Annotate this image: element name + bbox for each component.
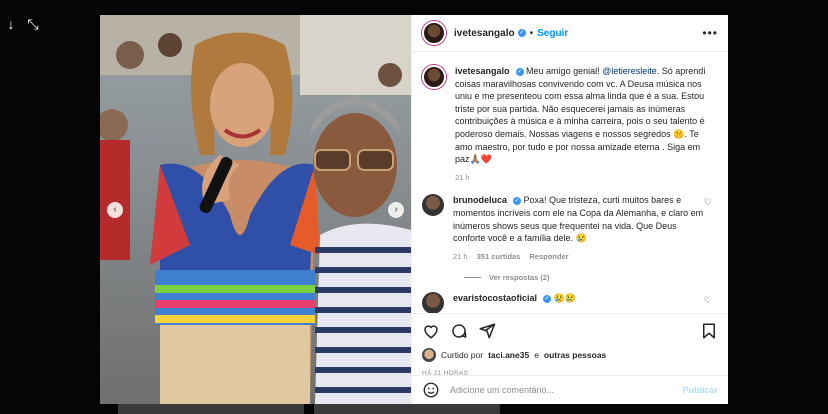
liked-by-prefix: Curtido por: [441, 350, 484, 360]
view-replies-label: Ver respostas (2): [489, 273, 550, 283]
previous-photo-button[interactable]: ‹: [107, 202, 123, 218]
comment-bubble-icon[interactable]: [450, 322, 468, 340]
reply-button[interactable]: Responder: [529, 251, 568, 264]
comment-like-heart-icon[interactable]: ♡: [704, 197, 712, 208]
comment-emoji: 😢: [575, 233, 587, 244]
post-details-panel: ivetesangalo ✓ • Seguir ••• ivetesangalo…: [411, 15, 728, 404]
liked-by-user[interactable]: taci.ane35: [488, 350, 529, 360]
liked-by-and: e: [534, 350, 539, 360]
bookmark-save-icon[interactable]: [700, 322, 718, 340]
comment-username[interactable]: evaristocostaoficial: [453, 293, 537, 303]
verified-badge-icon: ✓: [515, 67, 524, 76]
follow-button[interactable]: Seguir: [537, 28, 568, 39]
publish-button[interactable]: Publicar: [682, 385, 718, 395]
post-actions: Curtido por taci.ane35 e outras pessoas …: [412, 313, 728, 377]
comment-text: 😢😢: [553, 293, 576, 304]
comment-time[interactable]: 21 h: [453, 251, 468, 264]
comment-input[interactable]: [450, 385, 673, 395]
post-modal: ‹ › ivetesangalo ✓ • Seguir ••• ivetesan…: [100, 15, 728, 404]
like-heart-icon[interactable]: [422, 322, 440, 340]
post-header: ivetesangalo ✓ • Seguir •••: [412, 15, 728, 52]
commenter-avatar[interactable]: [422, 194, 444, 217]
commenter-avatar[interactable]: [422, 292, 444, 313]
comment-body: evaristocostaoficial ✓ 😢😢: [453, 292, 718, 313]
view-replies-link[interactable]: Ver respostas (2): [464, 273, 718, 282]
comment-body: brunodeluca ✓ Poxa! Que tristeza, curti m…: [453, 194, 718, 263]
verified-badge-icon: ✓: [543, 294, 552, 303]
comment-item: brunodeluca ✓ Poxa! Que tristeza, curti m…: [422, 194, 718, 263]
comments-list[interactable]: ivetesangalo ✓ Meu amigo genial! @letiere…: [412, 53, 728, 313]
author-avatar[interactable]: [422, 21, 446, 45]
more-options-icon[interactable]: •••: [702, 26, 718, 40]
background-feed-thumbnails: [118, 404, 500, 414]
caption-meta: 21 h: [455, 172, 706, 185]
caption-comment: ivetesangalo ✓ Meu amigo genial! @letiere…: [422, 65, 718, 184]
comment-username[interactable]: brunodeluca: [453, 195, 507, 205]
comment-like-heart-icon[interactable]: ♡: [704, 295, 712, 306]
caption-end-emoji: 🙏🏽❤️: [469, 154, 492, 165]
comment-meta: 21 h 351 curtidas Responder: [453, 251, 706, 264]
next-photo-button[interactable]: ›: [388, 202, 404, 218]
top-toolbar: ↓ ⤡: [4, 16, 40, 33]
comment-likes-count[interactable]: 351 curtidas: [477, 251, 521, 264]
collapse-arrows-icon[interactable]: ⤡: [26, 16, 40, 33]
liked-by-line: Curtido por taci.ane35 e outras pessoas: [422, 348, 718, 362]
caption-username[interactable]: ivetesangalo: [455, 66, 510, 76]
action-icons-row: [422, 322, 718, 340]
caption-avatar[interactable]: [422, 65, 446, 89]
verified-badge-icon: ✓: [517, 29, 526, 37]
liker-avatar[interactable]: [422, 348, 436, 362]
caption-mention-link[interactable]: @letieresleite: [602, 66, 657, 76]
feed-thumbnail[interactable]: [314, 404, 500, 414]
feed-thumbnail[interactable]: [118, 404, 304, 414]
share-send-icon[interactable]: [478, 322, 496, 340]
caption-body: ivetesangalo ✓ Meu amigo genial! @letiere…: [455, 65, 718, 184]
separator-dot: •: [529, 27, 534, 39]
liked-by-others-link[interactable]: outras pessoas: [544, 350, 606, 360]
replies-line-divider: [464, 277, 481, 279]
caption-text-part1: Meu amigo genial!: [526, 66, 600, 76]
secret-emoji: 🤫: [673, 128, 685, 139]
verified-badge-icon: ✓: [513, 196, 522, 205]
add-comment-section: Publicar: [412, 375, 728, 404]
download-arrow-icon[interactable]: ↓: [4, 16, 18, 33]
caption-time[interactable]: 21 h: [455, 172, 470, 185]
comment-item: evaristocostaoficial ✓ 😢😢 ♡: [422, 292, 718, 313]
caption-text-part2: . Só aprendi coisas maravilhosas convive…: [455, 66, 706, 139]
post-photo[interactable]: ‹ ›: [100, 15, 411, 404]
author-username[interactable]: ivetesangalo: [454, 28, 515, 39]
post-photo-illustration: [100, 15, 411, 404]
emoji-picker-icon[interactable]: [422, 381, 440, 399]
